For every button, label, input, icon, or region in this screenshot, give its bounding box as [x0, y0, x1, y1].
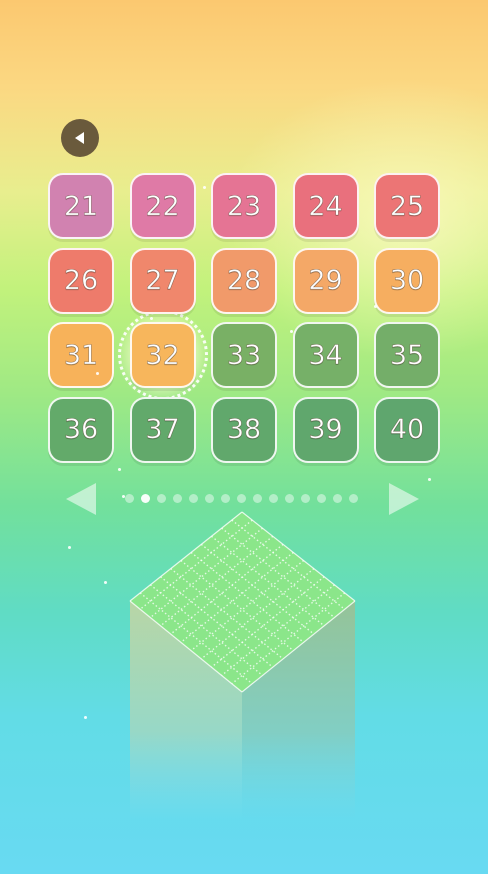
level-button-30[interactable]: 30 [374, 247, 440, 314]
page-indicator [125, 494, 358, 503]
level-grid: 21 22 23 24 25 26 27 28 29 30 31 32 33 34 35 36 37 38 39 40 [48, 173, 440, 463]
sparkle [203, 186, 206, 189]
level-number: 30 [389, 265, 425, 297]
cube-top-face [130, 512, 355, 692]
cube-top-grid [129, 511, 356, 693]
level-number: 32 [145, 339, 180, 371]
sparkle [374, 305, 377, 308]
page-dot-7[interactable] [221, 494, 230, 503]
sparkle [428, 478, 431, 481]
page-dot-2[interactable] [141, 494, 150, 503]
page-dot-6[interactable] [205, 494, 214, 503]
level-number: 34 [308, 339, 343, 371]
sparkle [84, 716, 87, 719]
level-number: 28 [226, 265, 262, 297]
previous-arrow-icon[interactable] [64, 481, 98, 517]
level-button-29[interactable]: 29 [292, 247, 359, 314]
level-button-25[interactable]: 25 [374, 173, 440, 239]
level-button-26[interactable]: 26 [48, 247, 114, 314]
page-dot-11[interactable] [285, 494, 294, 503]
level-number: 26 [63, 265, 99, 297]
level-button-35[interactable]: 35 [374, 322, 440, 388]
cube-left-face [130, 601, 242, 820]
level-button-34[interactable]: 34 [292, 322, 359, 388]
level-button-33[interactable]: 33 [211, 322, 277, 388]
level-number: 40 [389, 414, 425, 446]
level-number: 37 [145, 414, 180, 446]
level-number: 35 [389, 339, 425, 371]
page-dot-14[interactable] [333, 494, 342, 503]
level-button-31[interactable]: 31 [48, 322, 114, 388]
level-number: 36 [63, 414, 99, 446]
sparkle [68, 546, 71, 549]
page-navigation [0, 481, 488, 517]
page-dot-9[interactable] [253, 494, 262, 503]
page-dot-13[interactable] [317, 494, 326, 503]
page-dot-1[interactable] [125, 494, 134, 503]
level-number: 25 [389, 190, 425, 222]
level-button-40[interactable]: 40 [374, 396, 440, 463]
level-number: 21 [63, 190, 99, 222]
level-button-36[interactable]: 36 [48, 396, 114, 463]
sparkle [122, 495, 125, 498]
page-dot-10[interactable] [269, 494, 278, 503]
sparkle [118, 468, 121, 471]
page-dot-8[interactable] [237, 494, 246, 503]
level-button-32[interactable]: 32 [115, 308, 210, 402]
level-button-22[interactable]: 22 [129, 173, 196, 239]
level-number: 23 [226, 190, 262, 222]
level-number: 31 [63, 339, 99, 371]
back-button[interactable] [61, 119, 99, 157]
level-number: 24 [308, 190, 343, 222]
level-number: 39 [308, 414, 343, 446]
level-button-39[interactable]: 39 [292, 396, 359, 463]
next-arrow-icon[interactable] [387, 481, 421, 517]
cube-right-face [242, 601, 355, 820]
page-dot-4[interactable] [173, 494, 182, 503]
sparkle [96, 372, 99, 375]
level-number: 22 [145, 190, 180, 222]
level-button-21[interactable]: 21 [48, 173, 114, 239]
sparkle [104, 581, 107, 584]
level-button-24[interactable]: 24 [292, 173, 359, 239]
level-number: 29 [308, 265, 343, 297]
level-number: 33 [226, 339, 262, 371]
sparkle [290, 330, 293, 333]
level-button-28[interactable]: 28 [211, 247, 277, 314]
level-button-27[interactable]: 27 [129, 247, 196, 314]
level-button-23[interactable]: 23 [211, 173, 277, 239]
page-dot-5[interactable] [189, 494, 198, 503]
back-triangle-icon [75, 132, 84, 144]
level-button-38[interactable]: 38 [211, 396, 277, 463]
level-button-37[interactable]: 37 [129, 396, 196, 463]
page-dot-15[interactable] [349, 494, 358, 503]
level-number: 38 [226, 414, 262, 446]
page-dot-12[interactable] [301, 494, 310, 503]
level-number: 27 [145, 265, 180, 297]
level-select-screen: { "colors": { "back_button": "#6a5a3c", … [0, 0, 488, 874]
page-dot-3[interactable] [157, 494, 166, 503]
sparkle [150, 317, 153, 320]
